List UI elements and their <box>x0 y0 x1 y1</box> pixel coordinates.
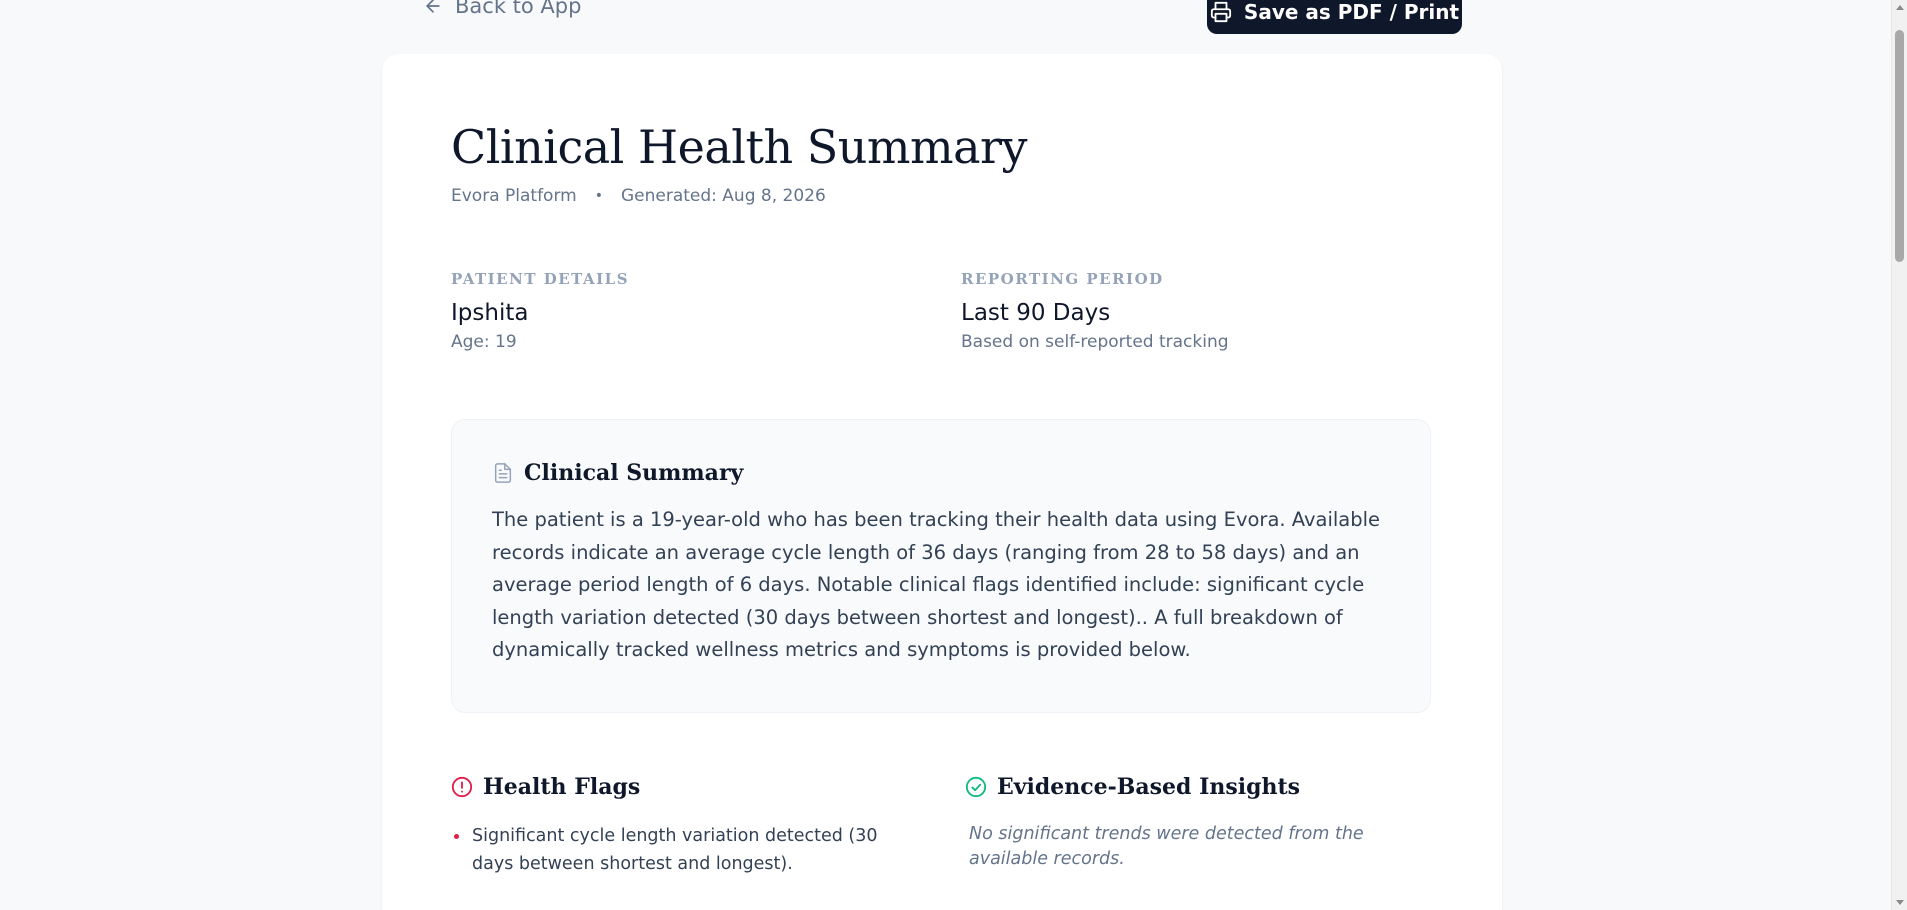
reporting-period-label: REPORTING PERIOD <box>961 270 1164 288</box>
patient-details: PATIENT DETAILS Ipshita Age: 19 <box>451 270 931 352</box>
scroll-down-arrow-icon[interactable] <box>1896 900 1904 905</box>
report-page: Back to App Save as PDF / Print Clinical… <box>0 0 1907 910</box>
meta-separator: • <box>594 188 603 204</box>
scroll-up-arrow-icon[interactable] <box>1896 5 1904 10</box>
clinical-summary-text: The patient is a 19-year-old who has bee… <box>492 508 1381 661</box>
list-item: Significant cycle length variation detec… <box>451 822 901 878</box>
insights-section: Evidence-Based Insights No significant t… <box>965 774 1415 872</box>
reporting-period-note: Based on self-reported tracking <box>961 332 1229 352</box>
alert-circle-icon <box>451 776 473 798</box>
print-button-label: Save as PDF / Print <box>1243 0 1460 24</box>
reporting-period: REPORTING PERIOD Last 90 Days Based on s… <box>961 270 1441 352</box>
printer-icon <box>1210 1 1232 23</box>
generated-date: Generated: Aug 8, 2026 <box>620 186 826 206</box>
reporting-period-value: Last 90 Days <box>961 300 1111 326</box>
health-flags-header: Health Flags <box>451 774 901 800</box>
save-pdf-print-button[interactable]: Save as PDF / Print <box>1207 0 1462 34</box>
clinical-summary-box: Clinical Summary The patient is a 19-yea… <box>451 419 1431 713</box>
health-flags-section: Health Flags Significant cycle length va… <box>451 774 901 878</box>
page-scrollbar[interactable] <box>1891 0 1907 910</box>
patient-age: Age: 19 <box>451 332 517 352</box>
scrollbar-thumb[interactable] <box>1895 30 1904 262</box>
health-flags-heading: Health Flags <box>483 774 641 800</box>
page-title: Clinical Health Summary <box>451 120 1027 174</box>
back-to-app-link[interactable]: Back to App <box>423 0 581 18</box>
arrow-left-icon <box>426 0 440 13</box>
patient-name: Ipshita <box>451 300 529 326</box>
report-card: Clinical Health Summary Evora Platform •… <box>382 54 1502 910</box>
document-icon <box>494 463 512 483</box>
health-flags-list: Significant cycle length variation detec… <box>451 822 901 878</box>
clinical-summary-heading: Clinical Summary <box>524 460 744 486</box>
platform-name: Evora Platform <box>451 186 577 206</box>
patient-details-label: PATIENT DETAILS <box>451 270 630 288</box>
insights-heading: Evidence-Based Insights <box>997 774 1301 800</box>
clinical-summary-header: Clinical Summary <box>492 460 1390 486</box>
insights-empty-text: No significant trends were detected from… <box>969 824 1364 869</box>
check-circle-icon <box>965 776 987 798</box>
back-link-label: Back to App <box>455 0 582 18</box>
insights-header: Evidence-Based Insights <box>965 774 1415 800</box>
report-meta: Evora Platform • Generated: Aug 8, 2026 <box>451 186 826 206</box>
